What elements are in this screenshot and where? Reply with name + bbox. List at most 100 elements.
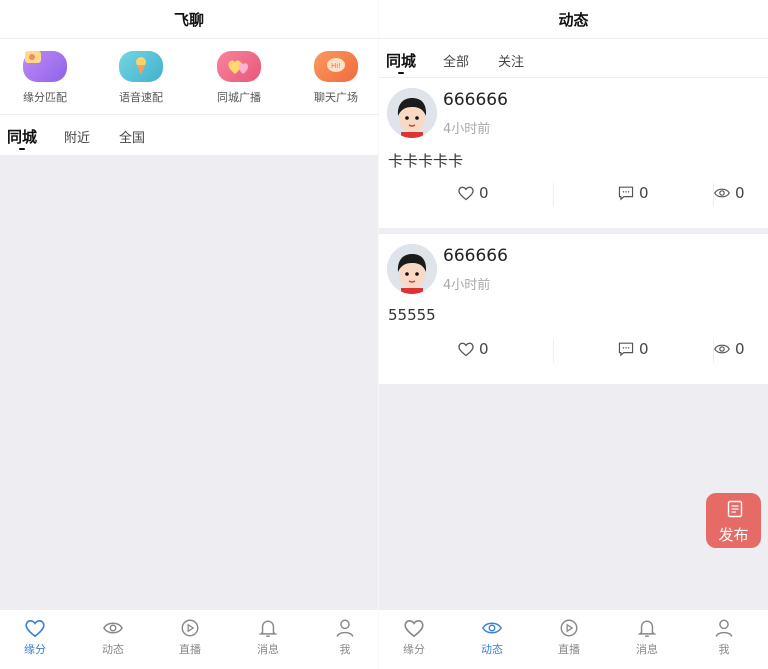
tabbar-item-feed[interactable]: 动态 — [462, 618, 522, 657]
feature-city-broadcast[interactable]: 同城广播 — [199, 51, 279, 105]
tabbar-label: 消息 — [257, 643, 279, 656]
feature-fate-match[interactable]: 缘分匹配 — [5, 51, 85, 105]
post-username[interactable]: 666666 — [443, 90, 508, 110]
tabbar-item-fate[interactable]: 缘分 — [5, 618, 65, 657]
tab-label: 全部 — [443, 55, 470, 70]
heart-outline-icon — [458, 186, 474, 201]
post-card[interactable]: 666666 4小时前 卡卡卡卡卡 0 0 0 — [379, 78, 768, 228]
tabbar-label: 动态 — [481, 643, 503, 656]
comment-count: 0 — [639, 184, 649, 202]
chat-bubble-icon — [23, 51, 67, 82]
post-time: 4小时前 — [443, 278, 491, 293]
tabbar-label: 我 — [339, 643, 351, 656]
post-content: 卡卡卡卡卡 — [388, 152, 464, 170]
post-username[interactable]: 666666 — [443, 246, 508, 266]
feed-tabs: 同城 全部 关注 — [379, 39, 768, 77]
tabbar-label: 缘分 — [403, 643, 425, 656]
feature-label: 聊天广场 — [314, 91, 358, 104]
person-icon — [336, 619, 354, 637]
publish-label: 发布 — [718, 526, 749, 544]
tabbar-item-messages[interactable]: 消息 — [238, 618, 298, 657]
bell-icon — [637, 620, 657, 637]
person-icon — [715, 619, 733, 637]
eye-icon — [482, 622, 502, 634]
heart-outline-icon — [404, 620, 424, 638]
bottom-tab-bar: 缘分 动态 直播 消息 我 — [0, 609, 378, 669]
feature-label: 语音速配 — [119, 91, 163, 104]
post-card[interactable]: 666666 4小时前 55555 0 0 0 — [379, 234, 768, 384]
active-tab-indicator — [19, 148, 25, 150]
tab-label: 同城 — [386, 52, 417, 70]
eye-icon — [714, 188, 730, 198]
feed-screen: 动态 同城 全部 关注 666666 4小时前 卡卡卡卡卡 0 0 0 6666… — [379, 0, 768, 669]
post-actions: 0 0 0 — [379, 181, 768, 211]
home-tabs: 同城 附近 全国 — [0, 115, 378, 155]
like-count: 0 — [479, 340, 489, 358]
action-divider — [553, 339, 554, 363]
bottom-tab-bar: 缘分 动态 直播 消息 我 — [379, 609, 768, 669]
action-divider — [553, 183, 554, 207]
home-screen: 飞聊 缘分匹配 语音速配 同城广播 Hi! 聊天广场 同城 附近 全国 缘分 动… — [0, 0, 378, 669]
feature-row: 缘分匹配 语音速配 同城广播 Hi! 聊天广场 — [0, 39, 378, 114]
post-actions: 0 0 0 — [379, 337, 768, 367]
page-title: 动态 — [558, 10, 589, 29]
home-title-bar: 飞聊 — [0, 0, 378, 38]
feature-chat-square[interactable]: Hi! 聊天广场 — [296, 51, 376, 105]
svg-text:Hi!: Hi! — [331, 62, 341, 70]
tabbar-item-me[interactable]: 我 — [315, 618, 375, 657]
like-count: 0 — [479, 184, 489, 202]
tab-label: 同城 — [7, 128, 38, 146]
tabbar-label: 直播 — [558, 643, 580, 656]
tabbar-label: 我 — [718, 643, 730, 656]
view-count-item: 0 — [713, 184, 745, 202]
comment-icon — [618, 342, 634, 357]
tabbar-label: 缘分 — [24, 643, 46, 656]
tab-nationwide[interactable]: 全国 — [119, 127, 145, 146]
tabbar-label: 消息 — [636, 643, 658, 656]
eye-icon — [103, 622, 123, 634]
tabbar-item-live[interactable]: 直播 — [160, 618, 220, 657]
play-circle-icon — [181, 619, 199, 637]
play-circle-icon — [560, 619, 578, 637]
comment-button[interactable]: 0 — [617, 184, 649, 202]
ice-cream-icon — [119, 51, 163, 82]
tab-nearby[interactable]: 附近 — [64, 127, 90, 146]
tab-same-city[interactable]: 同城 — [386, 50, 417, 74]
view-count-item: 0 — [713, 340, 745, 358]
tab-label: 附近 — [64, 131, 91, 146]
tab-label: 关注 — [498, 55, 525, 70]
avatar[interactable] — [387, 244, 437, 294]
comment-button[interactable]: 0 — [617, 340, 649, 358]
heart-outline-icon — [25, 620, 45, 638]
tab-same-city[interactable]: 同城 — [7, 126, 38, 150]
edit-note-icon — [727, 500, 742, 518]
feature-voice-match[interactable]: 语音速配 — [101, 51, 181, 105]
heart-outline-icon — [458, 342, 474, 357]
tab-all[interactable]: 全部 — [443, 51, 469, 70]
hi-bubble-icon: Hi! — [314, 51, 358, 82]
eye-icon — [714, 344, 730, 354]
tab-label: 全国 — [119, 131, 146, 146]
tab-following[interactable]: 关注 — [498, 51, 524, 70]
post-time: 4小时前 — [443, 122, 491, 137]
bell-icon — [258, 620, 278, 637]
active-tab-indicator — [398, 72, 404, 74]
publish-button[interactable]: 发布 — [706, 493, 761, 548]
tabbar-item-fate[interactable]: 缘分 — [384, 618, 444, 657]
tabbar-item-me[interactable]: 我 — [694, 618, 754, 657]
tabbar-item-live[interactable]: 直播 — [539, 618, 599, 657]
comment-icon — [618, 186, 634, 201]
avatar[interactable] — [387, 88, 437, 138]
heart-icon — [217, 51, 261, 82]
tabbar-item-messages[interactable]: 消息 — [617, 618, 677, 657]
post-content: 55555 — [388, 306, 436, 324]
page-title: 飞聊 — [173, 10, 204, 29]
feature-label: 同城广播 — [217, 91, 261, 104]
tabbar-label: 动态 — [102, 643, 124, 656]
comment-count: 0 — [639, 340, 649, 358]
tabbar-item-feed[interactable]: 动态 — [83, 618, 143, 657]
like-button[interactable]: 0 — [457, 184, 489, 202]
feed-title-bar: 动态 — [379, 0, 768, 38]
view-count: 0 — [735, 184, 745, 202]
like-button[interactable]: 0 — [457, 340, 489, 358]
